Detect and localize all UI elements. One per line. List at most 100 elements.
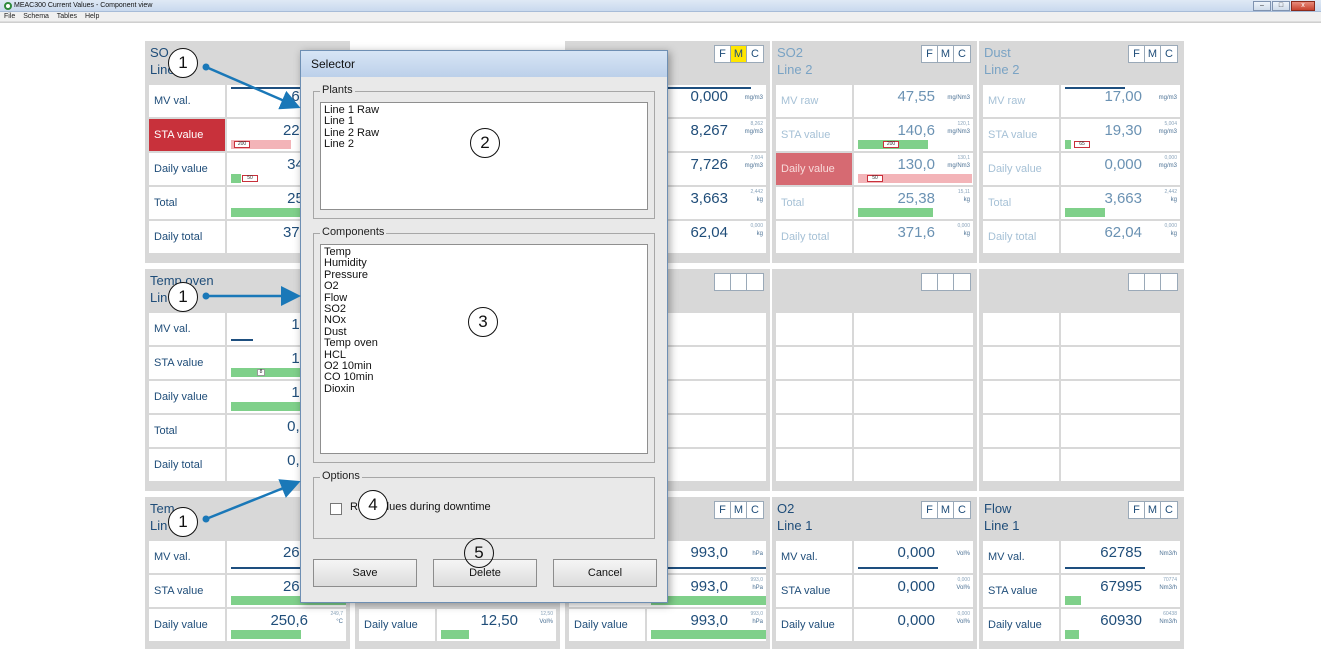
panel-flow-line1[interactable]: Flow Line 1 F M C MV val. 62785 Nm3/h ST… — [979, 497, 1184, 649]
row-unit: hPa — [752, 585, 763, 591]
row-value: 263 — [282, 578, 308, 595]
panel-dust-line2[interactable]: Dust Line 2 F M C MV raw 17,00 mg/m3 STA… — [979, 41, 1184, 263]
fmc-m-button[interactable] — [938, 274, 954, 290]
save-button[interactable]: Save — [313, 559, 417, 587]
row-label: Daily value — [776, 153, 854, 185]
fmc-f-button[interactable] — [715, 274, 731, 290]
menu-schema[interactable]: Schema — [23, 13, 49, 20]
component-item[interactable]: Flow — [324, 292, 644, 304]
row-daily-value: Daily value 993,0 993,0 hPa — [569, 609, 766, 641]
component-item[interactable]: HCL — [324, 349, 644, 361]
row-limit: 993,0 — [750, 577, 763, 583]
component-item[interactable]: Pressure — [324, 269, 644, 281]
fmc-f-button[interactable]: F — [1129, 502, 1145, 518]
row-total: Total 25,38 15,11 kg — [776, 187, 973, 219]
value-bar — [1065, 630, 1079, 639]
raw-values-checkbox[interactable] — [330, 503, 342, 515]
fmc-f-button[interactable] — [922, 274, 938, 290]
row-mv-raw: MV raw 47,55 mg/Nm3 — [776, 85, 973, 117]
row-empty — [776, 313, 973, 345]
value-bar — [231, 368, 301, 377]
fmc-c-button[interactable]: C — [747, 502, 763, 518]
row-label: MV raw — [776, 85, 854, 117]
row-value: 12 — [231, 350, 308, 368]
fmc-c-button[interactable]: C — [1161, 46, 1177, 62]
row-limit: 8,262 — [750, 121, 763, 127]
menu-help[interactable]: Help — [85, 13, 99, 20]
fmc-f-button[interactable]: F — [922, 502, 938, 518]
row-daily-value: Daily value 0,000 0,000 Vol% — [776, 609, 973, 641]
row-unit: hPa — [752, 551, 763, 557]
menu-file[interactable]: File — [4, 13, 15, 20]
value-bar — [1065, 87, 1125, 89]
fmc-c-button[interactable]: C — [747, 46, 763, 62]
fmc-f-button[interactable]: F — [715, 502, 731, 518]
row-label: MV val. — [149, 313, 227, 345]
cancel-button[interactable]: Cancel — [553, 559, 657, 587]
fmc-c-button[interactable] — [747, 274, 763, 290]
row-unit: kg — [963, 231, 970, 237]
fmc-f-button[interactable]: F — [1129, 46, 1145, 62]
close-button[interactable]: x — [1291, 1, 1315, 11]
row-unit: Vol% — [956, 585, 970, 591]
components-list[interactable]: Temp Humidity Pressure O2 Flow SO2 NOx D… — [320, 244, 648, 454]
plant-item[interactable]: Line 1 Raw — [324, 104, 644, 116]
components-group: Components Temp Humidity Pressure O2 Flo… — [313, 226, 655, 463]
row-unit: Nm3/h — [1159, 551, 1177, 557]
row-limit: 120,1 — [957, 121, 970, 127]
row-daily-value: Daily value 0,000 0,000 mg/m3 — [983, 153, 1180, 185]
row-value: 0,000 — [897, 578, 935, 595]
fmc-c-button[interactable]: C — [954, 502, 970, 518]
fmc-c-button[interactable]: C — [1161, 502, 1177, 518]
row-empty — [983, 313, 1180, 345]
panel-empty-row2-col4[interactable] — [772, 269, 977, 491]
row-value: 250,6 — [270, 612, 308, 629]
component-item[interactable]: O2 — [324, 280, 644, 292]
component-item[interactable]: CO 10min — [324, 372, 644, 384]
row-daily-value: Daily value 60930 60438 Nm3/h — [983, 609, 1180, 641]
row-limit: 0,000 — [957, 611, 970, 617]
fmc-c-button[interactable] — [1161, 274, 1177, 290]
value-bar — [858, 567, 938, 569]
row-label: Daily value — [149, 153, 227, 185]
fmc-f-button[interactable]: F — [922, 46, 938, 62]
fmc-selector: F M C — [714, 45, 764, 63]
window-controls: – □ x — [1253, 1, 1315, 11]
row-limit: 0,000 — [750, 223, 763, 229]
row-value: 12 — [231, 316, 308, 334]
row-limit: 7,604 — [750, 155, 763, 161]
fmc-m-button[interactable]: M — [1145, 502, 1161, 518]
fmc-m-button[interactable] — [1145, 274, 1161, 290]
fmc-m-button[interactable]: M — [731, 502, 747, 518]
minimize-button[interactable]: – — [1253, 1, 1271, 11]
row-label: STA value — [776, 119, 854, 151]
maximize-button[interactable]: □ — [1272, 1, 1290, 11]
panel-o2-line1[interactable]: O2 Line 1 F M C MV val. 0,000 Vol% STA v… — [772, 497, 977, 649]
fmc-f-button[interactable] — [1129, 274, 1145, 290]
fmc-c-button[interactable] — [954, 274, 970, 290]
fmc-f-button[interactable]: F — [715, 46, 731, 62]
panel-empty-row2-col5[interactable] — [979, 269, 1184, 491]
component-item[interactable]: Temp oven — [324, 337, 644, 349]
panel-so2-line2[interactable]: SO2 Line 2 F M C MV raw 47,55 mg/Nm3 STA… — [772, 41, 977, 263]
row-value: 229 — [282, 122, 308, 139]
panel-header: Flow Line 1 F M C — [979, 497, 1184, 539]
fmc-selector: F M C — [1128, 45, 1178, 63]
fmc-c-button[interactable]: C — [954, 46, 970, 62]
component-item[interactable]: Humidity — [324, 257, 644, 269]
component-item[interactable]: Dioxin — [324, 383, 644, 395]
fmc-m-button[interactable] — [731, 274, 747, 290]
row-label: Daily value — [983, 609, 1061, 641]
row-unit: Nm3/h — [1159, 619, 1177, 625]
row-value: 0,000 — [1104, 156, 1142, 173]
dialog-title: Selector — [301, 51, 667, 77]
menu-tables[interactable]: Tables — [57, 13, 77, 20]
limit-marker: 200 — [234, 141, 250, 148]
component-item[interactable]: Temp — [324, 246, 644, 258]
fmc-m-button[interactable]: M — [731, 46, 747, 62]
row-label: Daily total — [776, 221, 854, 253]
fmc-m-button[interactable]: M — [1145, 46, 1161, 62]
row-label: Total — [983, 187, 1061, 219]
fmc-m-button[interactable]: M — [938, 46, 954, 62]
fmc-m-button[interactable]: M — [938, 502, 954, 518]
